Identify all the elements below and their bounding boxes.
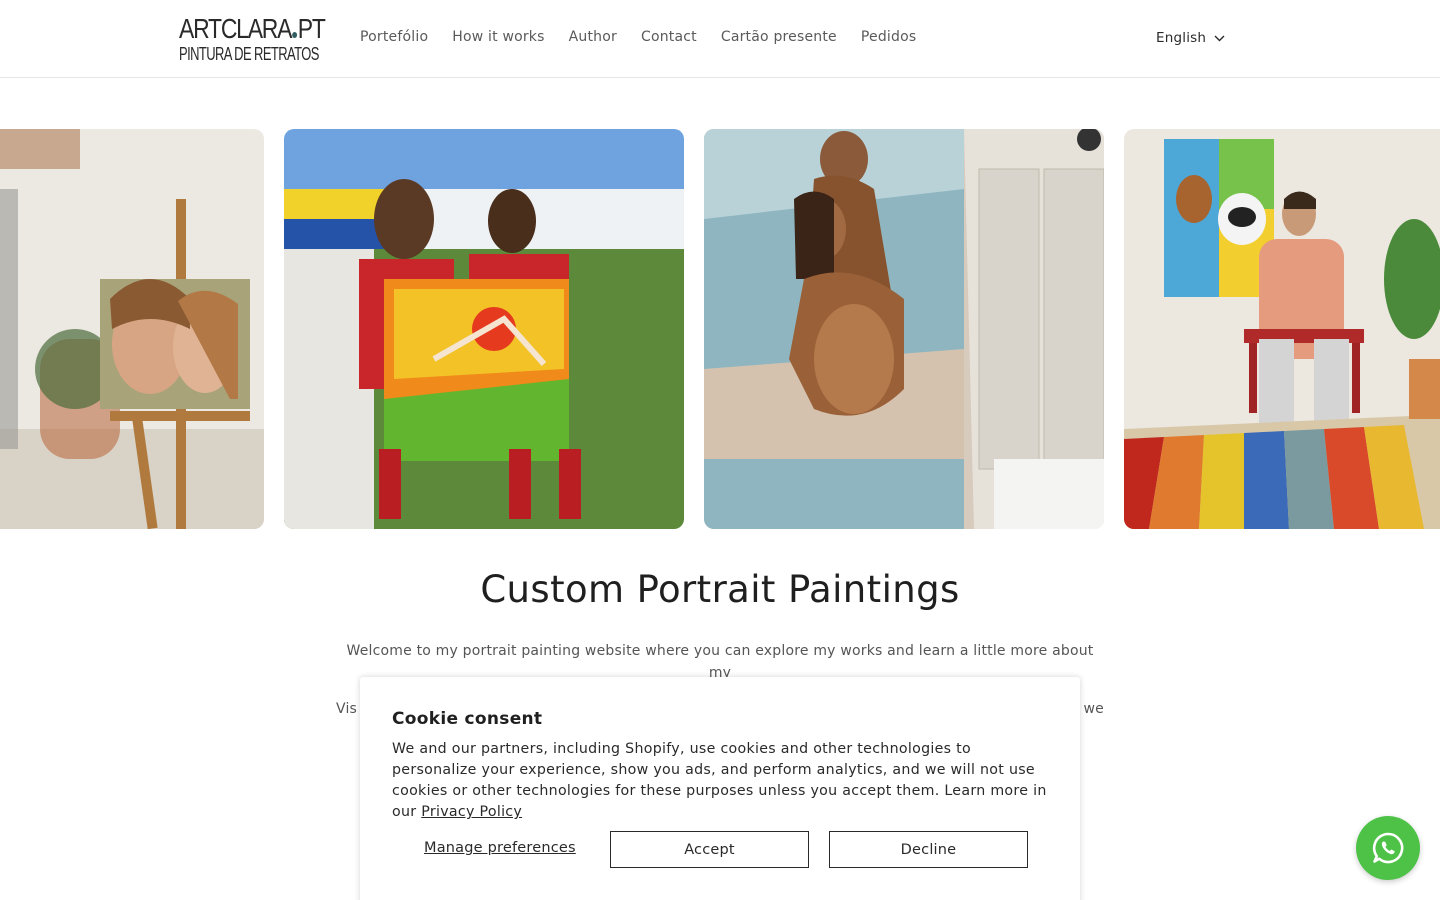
site-header: ARTCLARA PT PINTURA DE RETRATOS Portefóli… xyxy=(0,0,1440,78)
nav-item-portfolio[interactable]: Portefólio xyxy=(360,29,428,45)
cookie-title: Cookie consent xyxy=(392,709,543,729)
gallery-slide-footballers[interactable] xyxy=(284,129,684,529)
site-logo[interactable]: ARTCLARA PT PINTURA DE RETRATOS xyxy=(179,14,326,65)
gallery-slide-couple-easel[interactable] xyxy=(0,129,264,529)
chevron-down-icon xyxy=(1214,35,1225,41)
decline-button[interactable]: Decline xyxy=(829,831,1028,868)
whatsapp-icon xyxy=(1372,832,1404,864)
logo-dot xyxy=(292,32,297,38)
nav-item-gift-card[interactable]: Cartão presente xyxy=(721,29,837,45)
logo-tagline: PINTURA DE RETRATOS xyxy=(179,44,319,64)
language-label: English xyxy=(1156,30,1207,46)
privacy-policy-link[interactable]: Privacy Policy xyxy=(421,804,522,820)
gallery-slide-beach-couple[interactable] xyxy=(704,129,1104,529)
manage-preferences-link[interactable]: Manage preferences xyxy=(424,840,576,856)
page-title: Custom Portrait Paintings xyxy=(480,568,960,611)
nav-item-how-it-works[interactable]: How it works xyxy=(452,29,544,45)
accept-button[interactable]: Accept xyxy=(610,831,809,868)
main-nav: Portefólio How it works Author Contact C… xyxy=(360,29,940,45)
cookie-message: We and our partners, including Shopify, … xyxy=(392,739,1052,823)
intro-text-start: Vis xyxy=(336,701,358,717)
logo-wordmark: ARTCLARA PT xyxy=(179,13,326,44)
language-selector[interactable]: English xyxy=(1156,30,1225,46)
cookie-actions: Manage preferences Accept Decline xyxy=(392,831,1048,868)
gallery-slide-man-dogs[interactable] xyxy=(1124,129,1440,529)
nav-item-author[interactable]: Author xyxy=(569,29,617,45)
whatsapp-button[interactable] xyxy=(1356,816,1420,880)
nav-item-contact[interactable]: Contact xyxy=(641,29,697,45)
portrait-gallery xyxy=(0,129,1440,529)
nav-item-orders[interactable]: Pedidos xyxy=(861,29,916,45)
cookie-consent-dialog: Cookie consent We and our partners, incl… xyxy=(360,677,1080,900)
intro-text-end: we xyxy=(1083,701,1104,717)
